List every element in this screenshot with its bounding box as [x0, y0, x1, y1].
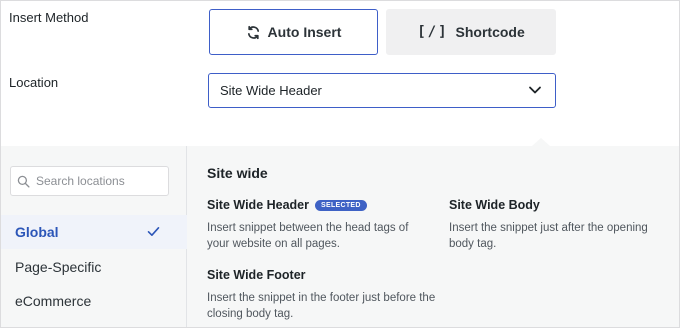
option-description: Insert the snippet in the footer just be… [207, 292, 436, 320]
option-title: Site Wide Body [449, 198, 540, 212]
option-description: Insert the snippet just after the openin… [449, 222, 648, 250]
location-category-sidebar: Global Page-Specific eCommerce [1, 146, 187, 327]
chevron-down-icon [529, 86, 541, 94]
location-options-panel: Site wide Site Wide Header SELECTED Inse… [188, 146, 679, 327]
sync-icon [247, 25, 259, 39]
option-site-wide-header[interactable]: Site Wide Header SELECTED Insert snippet… [207, 198, 417, 252]
shortcode-icon: [/] [417, 24, 449, 40]
location-label: Location [9, 75, 59, 90]
option-title: Site Wide Footer [207, 268, 306, 282]
search-locations-input[interactable] [36, 174, 166, 188]
category-label: eCommerce [15, 293, 92, 309]
option-site-wide-footer[interactable]: Site Wide Footer Insert the snippet in t… [207, 268, 442, 322]
location-selected-value: Site Wide Header [220, 83, 322, 98]
section-title: Site wide [207, 165, 268, 181]
category-ecommerce[interactable]: eCommerce [1, 284, 187, 318]
option-site-wide-body[interactable]: Site Wide Body Insert the snippet just a… [449, 198, 674, 252]
auto-insert-label: Auto Insert [267, 24, 342, 40]
option-title: Site Wide Header [207, 198, 310, 212]
auto-insert-button[interactable]: Auto Insert [209, 9, 378, 55]
search-box[interactable] [10, 166, 169, 196]
category-label: Global [15, 224, 59, 240]
dropdown-caret [532, 138, 550, 146]
checkmark-icon [147, 227, 160, 236]
category-page-specific[interactable]: Page-Specific [1, 250, 187, 284]
category-label: Page-Specific [15, 259, 102, 275]
location-dropdown: Global Page-Specific eCommerce Site wide… [1, 146, 679, 327]
shortcode-label: Shortcode [455, 24, 525, 40]
location-select[interactable]: Site Wide Header [208, 73, 556, 108]
insert-method-label: Insert Method [9, 10, 89, 25]
selected-badge: SELECTED [315, 199, 367, 211]
search-icon [17, 175, 30, 188]
category-global[interactable]: Global [1, 215, 187, 249]
option-description: Insert snippet between the head tags of … [207, 222, 409, 250]
shortcode-button[interactable]: [/] Shortcode [386, 9, 556, 55]
